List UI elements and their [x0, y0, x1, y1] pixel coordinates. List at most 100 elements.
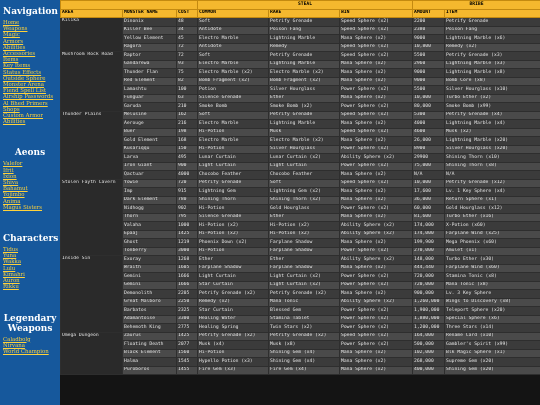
- bribe-item-cell: Teleport Sphere (x20): [444, 306, 540, 316]
- cost-cell: 210: [176, 102, 198, 112]
- cost-cell: 82: [176, 76, 198, 86]
- win-cell: Mana Sphere (x2): [338, 357, 414, 367]
- bribe-item-cell: Amulet (x1): [444, 246, 540, 256]
- column-header-monster-name: MONSTER NAME: [122, 8, 177, 18]
- steal-common-cell: Ether: [197, 255, 269, 265]
- win-cell: Mana Sphere (x2): [338, 238, 414, 248]
- area-cell: Omega Dungeon: [60, 331, 123, 375]
- table-row: Buer 198 Hi-Potion Musk Speed Sphere (x2) 460…: [61, 127, 540, 137]
- table-row: Behemoth King 2775 Healing Spring Twin Star…: [61, 323, 540, 333]
- bribe-amount-cell: 9000: [412, 68, 446, 78]
- win-cell: Power Sphere (x2): [338, 272, 414, 282]
- bribe-amount-cell: 9000: [412, 76, 446, 86]
- monster-name-cell: Dinonix: [122, 17, 177, 27]
- sidebar-link-airship-passwords[interactable]: Airship Passwords: [3, 94, 57, 100]
- steal-rare-cell: Ether: [268, 93, 340, 103]
- bribe-amount-cell: 4600: [412, 127, 446, 137]
- win-cell: Power Sphere (x2): [338, 340, 414, 350]
- monster-name-cell: Lamashtu: [122, 85, 177, 95]
- bribe-item-cell: Gold Hourglass (x12): [444, 204, 540, 214]
- steal-common-cell: Soft: [197, 110, 269, 120]
- bribe-item-cell: Musk (x2): [444, 127, 540, 137]
- bribe-group-header: BRIBE: [412, 0, 540, 10]
- table-row: Yellow Element 45 Electro Marble Lightning …: [61, 34, 540, 44]
- table-row: Floating Death 2077 Musk (x4) Musk (x8) Powe…: [61, 340, 540, 350]
- steal-rare-cell: Musk (x8): [268, 340, 340, 350]
- bribe-item-cell: Wings to Discovery (x8): [444, 297, 540, 307]
- sidebar-link-world-champion[interactable]: World Champion: [3, 349, 57, 355]
- steal-common-cell: Soft: [197, 17, 269, 27]
- steal-rare-cell: Bomb Fragment (x2): [268, 76, 340, 86]
- win-cell: Power Sphere (x2): [338, 246, 414, 256]
- steal-rare-cell: Musk: [268, 127, 340, 137]
- table-row: Demonolith 2205 Petrify Grenade (x2) Petrif…: [61, 289, 540, 299]
- steal-common-cell: Silence Grenade: [197, 93, 269, 103]
- cost-cell: 75: [176, 68, 198, 78]
- bribe-amount-cell: 5500: [412, 85, 446, 95]
- monster-name-cell: Floating Death: [122, 340, 177, 350]
- monster-name-cell: Garuda: [122, 102, 177, 112]
- monster-name-cell: Larva: [122, 153, 177, 163]
- monster-name-cell: Ghost: [122, 238, 177, 248]
- win-cell: Mana Sphere (x2): [338, 93, 414, 103]
- bribe-amount-cell: 268,000: [412, 357, 446, 367]
- steal-common-cell: Hi-Potion: [197, 246, 269, 256]
- win-cell: Mana Sphere (x2): [338, 187, 414, 197]
- win-cell: Mana Sphere (x2): [338, 365, 414, 375]
- bribe-amount-cell: 1,900,000: [412, 306, 446, 316]
- monster-name-cell: Melusine: [122, 110, 177, 120]
- win-cell: Mana Sphere (x2): [338, 76, 414, 86]
- steal-common-cell: Electro Marble: [197, 34, 269, 44]
- bribe-item-cell: Turbo Ether (x16): [444, 212, 540, 222]
- win-cell: Mana Sphere (x2): [338, 170, 414, 180]
- cost-cell: 902: [176, 204, 198, 214]
- bribe-item-cell: Farplane Wind (x60): [444, 263, 540, 273]
- column-header-amount: AMOUNT: [412, 8, 446, 18]
- monster-name-cell: Aerouge: [122, 119, 177, 129]
- monster-name-cell: Demonolith: [122, 289, 177, 299]
- steal-common-cell: Lightning Gem: [197, 187, 269, 197]
- steal-rare-cell: Smoke Bomb (x2): [268, 102, 340, 112]
- bribe-amount-cell: 164,000: [412, 331, 446, 341]
- monster-name-cell: Raptor: [122, 51, 177, 61]
- table-row: Thorn 795 Silence Grenade Ether Mana Sphere …: [61, 212, 540, 222]
- steal-bribe-table: STEAL BRIBE AREA MONSTER NAME COST COMMON RA…: [60, 0, 540, 375]
- win-cell: Mana Sphere (x2): [338, 136, 414, 146]
- steal-rare-cell: Petrify Grenade: [268, 17, 340, 27]
- win-cell: Mana Sphere (x2): [338, 212, 414, 222]
- table-row: Valaha 1000 Hi-Potion (x2) Hi-Potion (x2) Ab…: [61, 221, 540, 231]
- table-row: Dark Element 780 Shining Thorn Shining Thor…: [61, 195, 540, 205]
- table-row: Gemini 1666 Light Curtain Light Curtain (x2…: [61, 272, 540, 282]
- cost-cell: 2205: [176, 289, 198, 299]
- cost-cell: 795: [176, 212, 198, 222]
- cost-cell: 1455: [176, 365, 198, 375]
- sidebar-navigation-title: Navigation: [3, 7, 58, 17]
- bribe-amount-cell: 17,600: [412, 187, 446, 197]
- table-row: Thunder Flan 75 Electro Marble (x2) Electro…: [61, 68, 540, 78]
- steal-common-cell: Light Curtain: [197, 161, 269, 171]
- bribe-item-cell: Shining Thorn (x8): [444, 161, 540, 171]
- column-header-rare: RARE: [268, 8, 340, 18]
- bribe-amount-cell: 81,600: [412, 212, 446, 222]
- win-cell: Speed Sphere (x2): [338, 127, 414, 137]
- cost-cell: 3300: [176, 314, 198, 324]
- monster-name-cell: Exoray: [122, 255, 177, 265]
- steal-rare-cell: Blessed Gem: [268, 306, 340, 316]
- bribe-item-cell: Turbo Ether (x2): [444, 93, 540, 103]
- monster-name-cell: Killer Bee: [122, 25, 177, 35]
- monster-name-cell: Kusariqqu: [122, 144, 177, 154]
- steal-rare-cell: Gold Hourglass: [268, 204, 340, 214]
- bribe-item-cell: Special Sphere (x6): [444, 314, 540, 324]
- bribe-item-cell: Lv. 1 Key Sphere (x4): [444, 187, 540, 197]
- win-cell: Speed Sphere (x2): [338, 331, 414, 341]
- win-cell: Power Sphere (x2): [338, 144, 414, 154]
- bribe-item-cell: Farplane Wind (x25): [444, 229, 540, 239]
- steal-rare-cell: Mana Tonic: [268, 297, 340, 307]
- win-cell: Speed Sphere (x2): [338, 110, 414, 120]
- steal-common-cell: Chocobo Feather: [197, 170, 269, 180]
- table-row: Thunder Plains Melusine 162 Soft Petrify Gre…: [60, 110, 540, 180]
- table-row: Red Element 82 Bomb Fragment (x2) Bomb Frag…: [61, 76, 540, 86]
- win-cell: Mana Sphere (x2): [338, 119, 414, 129]
- steal-common-cell: Healing Spring: [197, 323, 269, 333]
- sidebar: Navigation Home Weapons Magic Armors Abiliti…: [0, 0, 60, 405]
